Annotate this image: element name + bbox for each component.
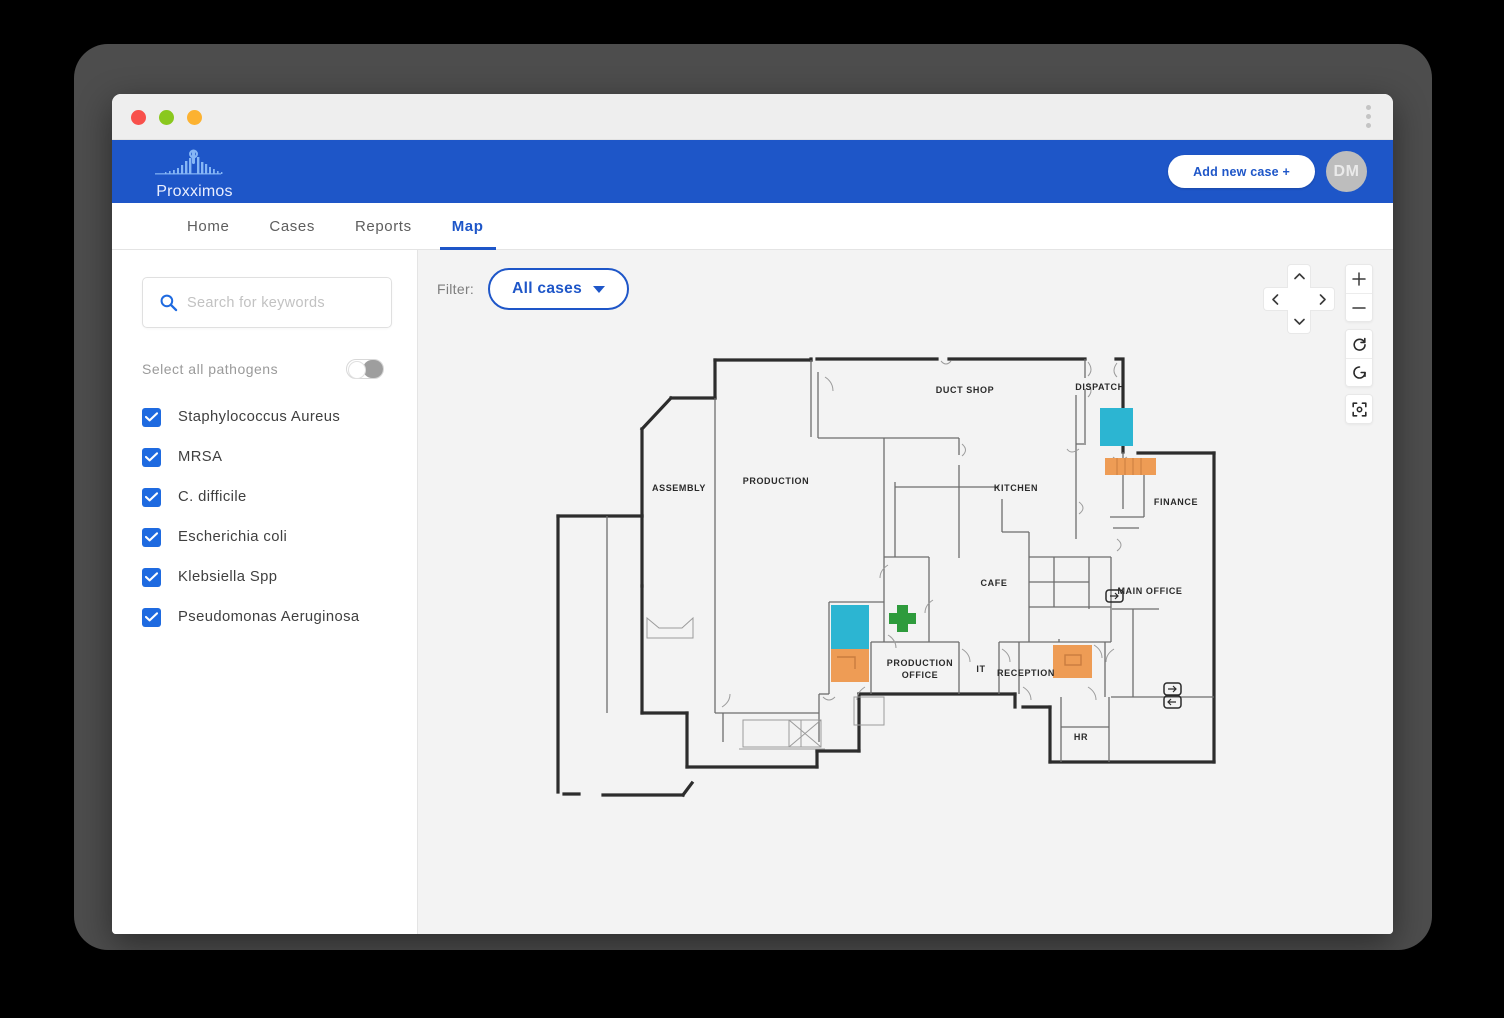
pathogen-list: Staphylococcus Aureus MRSA C. difficile <box>142 397 392 637</box>
checkbox-checked-icon[interactable] <box>142 607 161 627</box>
checkbox-checked-icon[interactable] <box>142 487 161 507</box>
maximize-window-button[interactable] <box>187 110 202 125</box>
select-all-toggle[interactable] <box>346 359 384 379</box>
rotate-group <box>1345 329 1373 387</box>
avatar[interactable]: DM <box>1326 151 1367 192</box>
room-label-reception: RECEPTION <box>997 668 1055 678</box>
pathogen-label: Pseudomonas Aeruginosa <box>178 609 360 625</box>
kebab-menu-icon[interactable] <box>1366 105 1371 128</box>
pathogen-item-klebsiella-spp[interactable]: Klebsiella Spp <box>142 557 392 597</box>
zoom-out-button[interactable] <box>1346 293 1372 321</box>
case-marker-reception-orange <box>1053 645 1092 678</box>
checkbox-checked-icon[interactable] <box>142 407 161 427</box>
rotate-clockwise-icon[interactable] <box>1346 330 1372 358</box>
checkbox-checked-icon[interactable] <box>142 527 161 547</box>
pathogen-item-c-difficile[interactable]: C. difficile <box>142 477 392 517</box>
traffic-lights <box>131 110 202 125</box>
case-marker-dispatch-cyan <box>1100 408 1133 446</box>
brand-name: Proxximos <box>156 183 233 200</box>
room-label-dispatch: DISPATCH <box>1075 382 1124 392</box>
room-label-cafe: CAFE <box>981 578 1008 588</box>
pathogen-label: MRSA <box>178 449 223 465</box>
room-label-assembly: ASSEMBLY <box>652 483 706 493</box>
minimize-window-button[interactable] <box>159 110 174 125</box>
search-input[interactable] <box>187 294 371 311</box>
pathogen-item-mrsa[interactable]: MRSA <box>142 437 392 477</box>
room-label-finance: FINANCE <box>1154 497 1198 507</box>
room-label-it: IT <box>976 664 985 674</box>
search-icon <box>160 294 178 312</box>
pan-down-button[interactable] <box>1287 310 1311 334</box>
room-label-hr: HR <box>1074 732 1088 742</box>
tab-map[interactable]: Map <box>432 203 504 250</box>
equipment-badge-icon <box>1163 682 1182 696</box>
map-controls <box>1263 264 1373 424</box>
checkbox-checked-icon[interactable] <box>142 447 161 467</box>
room-label-duct-shop: DUCT SHOP <box>936 385 994 395</box>
select-all-label: Select all pathogens <box>142 361 279 377</box>
recenter-group <box>1345 394 1373 424</box>
checkbox-checked-icon[interactable] <box>142 567 161 587</box>
pan-up-button[interactable] <box>1287 264 1311 288</box>
pan-center <box>1286 287 1312 311</box>
room-label-kitchen: KITCHEN <box>994 483 1038 493</box>
sidebar: Select all pathogens Staphylococcus Aure… <box>112 250 418 934</box>
equipment-badge-icon <box>1163 695 1182 709</box>
room-label-production-office-line2: OFFICE <box>902 670 939 680</box>
pathogen-label: Staphylococcus Aureus <box>178 409 341 425</box>
case-marker-production-office-orange <box>831 649 869 682</box>
map-panel[interactable]: Filter: All cases ASSEMBLY PRODUCTION DU… <box>418 250 1393 934</box>
floorplan-drawing[interactable]: ASSEMBLY PRODUCTION DUCT SHOP DISPATCH K… <box>418 250 1393 934</box>
spike-chart-logo-icon[interactable]: Proxximos <box>142 145 247 201</box>
window-titlebar <box>112 94 1393 140</box>
pathogen-item-escherichia-coli[interactable]: Escherichia coli <box>142 517 392 557</box>
app-header: Proxximos Add new case + DM <box>112 140 1393 203</box>
tab-home[interactable]: Home <box>167 203 249 249</box>
pathogen-item-pseudomonas-aeruginosa[interactable]: Pseudomonas Aeruginosa <box>142 597 392 637</box>
pathogen-label: C. difficile <box>178 489 247 505</box>
pan-left-button[interactable] <box>1263 287 1287 311</box>
first-aid-marker-icon <box>889 605 916 632</box>
search-box[interactable] <box>142 277 392 328</box>
case-marker-finance-orange <box>1105 458 1156 475</box>
recenter-icon[interactable] <box>1346 395 1372 423</box>
browser-window: Proxximos Add new case + DM Home Cases R… <box>112 94 1393 934</box>
add-new-case-button[interactable]: Add new case + <box>1168 155 1315 188</box>
tab-reports[interactable]: Reports <box>335 203 432 249</box>
pathogen-label: Escherichia coli <box>178 529 288 545</box>
pan-control <box>1263 264 1335 334</box>
zoom-controls <box>1345 264 1373 424</box>
select-all-row: Select all pathogens <box>142 359 392 379</box>
content-area: Select all pathogens Staphylococcus Aure… <box>112 250 1393 934</box>
case-marker-production-office-cyan <box>831 605 869 649</box>
room-label-production-office: PRODUCTION <box>887 658 954 668</box>
room-label-main-office: MAIN OFFICE <box>1117 586 1182 596</box>
pan-right-button[interactable] <box>1311 287 1335 311</box>
zoom-group <box>1345 264 1373 322</box>
pathogen-label: Klebsiella Spp <box>178 569 278 585</box>
tab-cases[interactable]: Cases <box>249 203 335 249</box>
nav-tabs: Home Cases Reports Map <box>112 203 1393 250</box>
header-actions: Add new case + DM <box>1168 140 1367 203</box>
zoom-in-button[interactable] <box>1346 265 1372 293</box>
pathogen-item-staphylococcus-aureus[interactable]: Staphylococcus Aureus <box>142 397 392 437</box>
rotate-counterclockwise-icon[interactable] <box>1346 358 1372 386</box>
room-label-production: PRODUCTION <box>743 476 810 486</box>
close-window-button[interactable] <box>131 110 146 125</box>
